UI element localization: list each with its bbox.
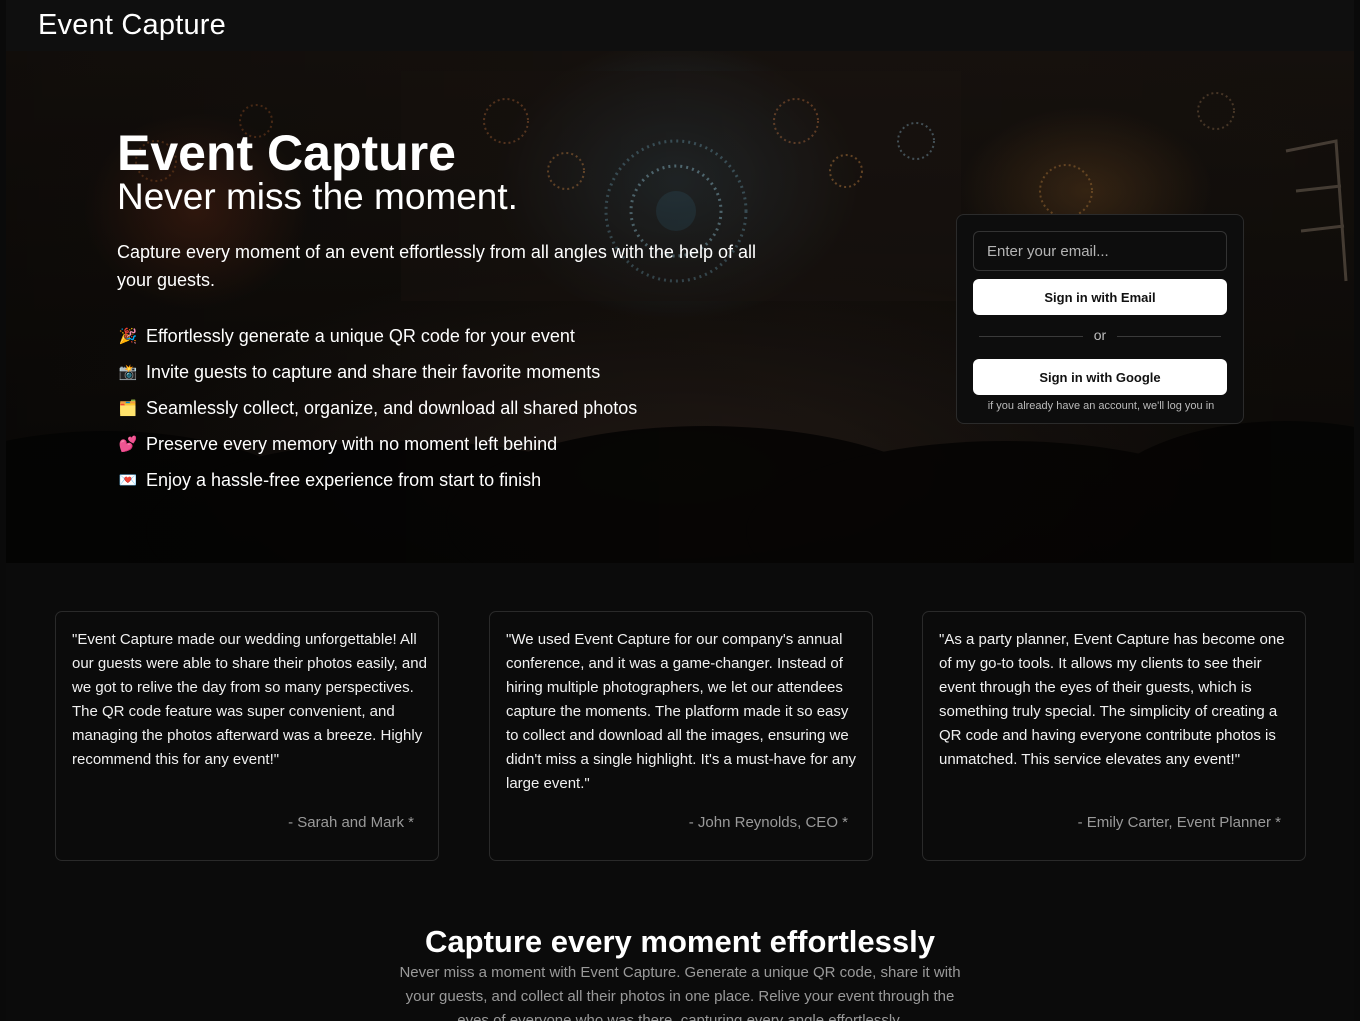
feature-item: 💕 Preserve every memory with no moment l… (117, 426, 637, 462)
testimonials-section: "Event Capture made our wedding unforget… (6, 563, 1354, 903)
testimonial-author: - Sarah and Mark * (288, 814, 414, 831)
signin-hint: if you already have an account, we'll lo… (987, 400, 1215, 412)
signin-card: Sign in with Email or Sign in with Googl… (956, 214, 1244, 424)
two-hearts-icon: 💕 (118, 436, 138, 453)
hero-subtitle: Never miss the moment. (117, 176, 518, 217)
testimonial-author: - John Reynolds, CEO * (688, 814, 848, 831)
feature-text: Seamlessly collect, organize, and downlo… (146, 397, 638, 418)
divider-line (1117, 336, 1221, 337)
cta-description: Never miss a moment with Event Capture. … (399, 964, 961, 1021)
email-input[interactable] (973, 231, 1227, 271)
party-popper-icon: 🎉 (118, 328, 138, 345)
hero-section: Event Capture Never miss the moment. Cap… (6, 51, 1354, 563)
testimonial-quote: "Event Capture made our wedding unforget… (72, 631, 427, 768)
feature-text: Effortlessly generate a unique QR code f… (146, 325, 575, 346)
feature-item: 📸 Invite guests to capture and share the… (117, 354, 637, 390)
feature-text: Preserve every memory with no moment lef… (146, 433, 558, 454)
feature-item: 💌 Enjoy a hassle-free experience from st… (117, 462, 637, 498)
sign-in-with-google-button[interactable]: Sign in with Google (973, 359, 1227, 395)
hero-description: Capture every moment of an event effortl… (117, 242, 756, 290)
feature-text: Invite guests to capture and share their… (146, 361, 601, 382)
top-navbar: Event Capture (6, 0, 1354, 51)
hero-title: Event Capture (117, 125, 456, 181)
testimonial-card: "As a party planner, Event Capture has b… (922, 611, 1306, 861)
feature-item: 🎉 Effortlessly generate a unique QR code… (117, 318, 637, 354)
love-letter-icon: 💌 (118, 472, 138, 489)
testimonial-quote: "As a party planner, Event Capture has b… (939, 631, 1285, 768)
cta-title: Capture every moment effortlessly (425, 924, 935, 959)
or-label: or (1093, 327, 1107, 343)
camera-icon: 📸 (118, 364, 138, 381)
brand-logo-text[interactable]: Event Capture (38, 9, 226, 42)
feature-list: 🎉 Effortlessly generate a unique QR code… (117, 318, 638, 498)
folder-icon: 🗂️ (118, 400, 138, 417)
testimonial-author: - Emily Carter, Event Planner * (1077, 814, 1281, 831)
feature-item: 🗂️ Seamlessly collect, organize, and dow… (117, 390, 638, 426)
testimonial-quote: "We used Event Capture for our company's… (506, 631, 857, 792)
page: Event Capture Event Capture Never miss t… (6, 0, 1354, 1021)
feature-text: Enjoy a hassle-free experience from star… (146, 469, 542, 490)
sign-in-with-email-button[interactable]: Sign in with Email (973, 279, 1227, 315)
testimonial-card: "Event Capture made our wedding unforget… (55, 611, 439, 861)
testimonial-card: "We used Event Capture for our company's… (489, 611, 873, 861)
or-divider: or (979, 327, 1221, 347)
